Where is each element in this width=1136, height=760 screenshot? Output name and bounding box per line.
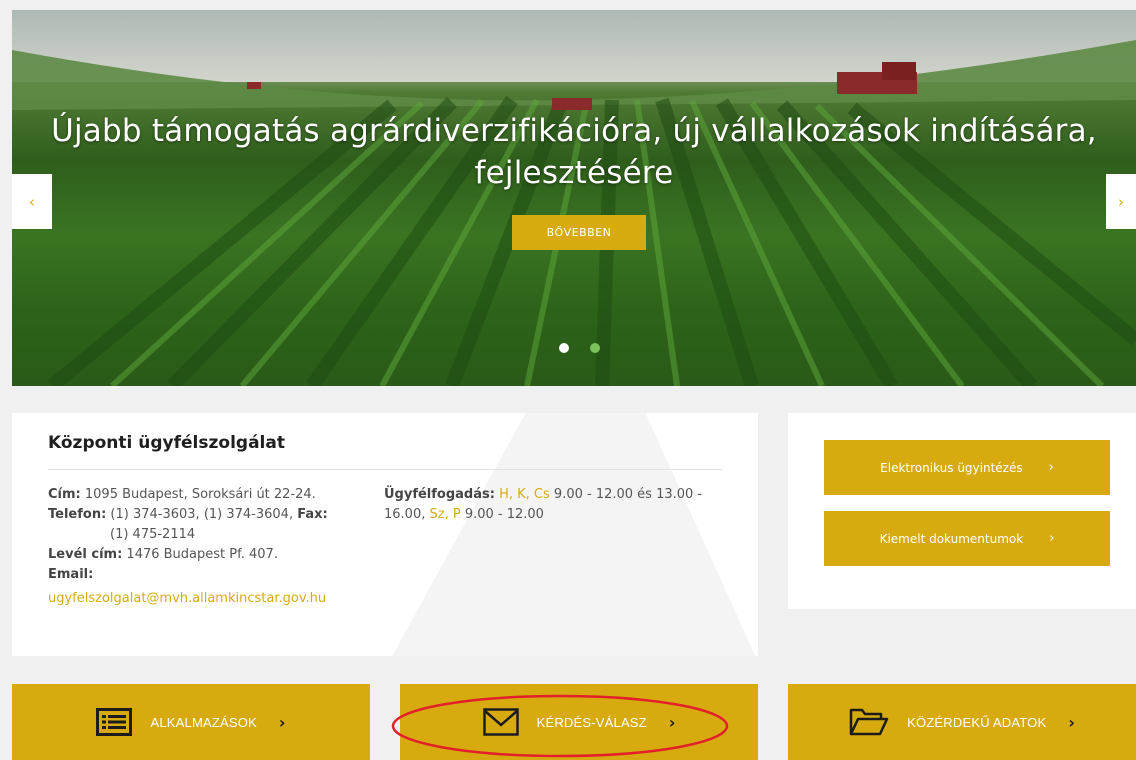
slide-indicator-2[interactable] — [590, 343, 600, 353]
tile-label: ALKALMAZÁSOK — [150, 714, 257, 730]
hero-background-image — [12, 10, 1136, 386]
opening-hours: Ügyfélfogadás: H, K, Cs 9.00 - 12.00 és … — [384, 487, 703, 522]
chevron-right-icon: › — [668, 712, 676, 732]
section-title: Központi ügyfélszolgálat — [48, 433, 285, 453]
chevron-right-icon: › — [1118, 192, 1124, 211]
more-button[interactable]: BŐVEBBEN — [512, 215, 646, 250]
featured-documents-button[interactable]: Kiemelt dokumentumok › — [824, 511, 1110, 566]
envelope-icon — [482, 708, 519, 736]
hero-slider: Újabb támogatás agrárdiverzifikációra, ú… — [12, 10, 1136, 386]
tile-label: KÖZÉRDEKŰ ADATOK — [907, 714, 1047, 730]
applications-tile[interactable]: ALKALMAZÁSOK › — [12, 684, 370, 760]
contact-details: Cím: 1095 Budapest, Soroksári út 22-24. … — [48, 485, 383, 609]
chevron-right-icon: › — [1049, 531, 1055, 546]
phone-line: Telefon: (1) 374-3603, (1) 374-3604, Fax… — [48, 507, 328, 522]
divider — [48, 469, 722, 470]
quick-links-panel: Elektronikus ügyintézés › Kiemelt dokume… — [788, 413, 1136, 609]
email-label: Email: — [48, 567, 94, 582]
email-link[interactable]: ugyfelszolgalat@mvh.allamkincstar.gov.hu — [48, 591, 326, 606]
electronic-services-button[interactable]: Elektronikus ügyintézés › — [824, 440, 1110, 495]
chevron-left-icon: ‹ — [29, 192, 35, 211]
chevron-right-icon: › — [1048, 460, 1054, 475]
slide-indicator-1[interactable] — [559, 343, 569, 353]
chevron-right-icon: › — [278, 712, 286, 732]
address-line: Cím: 1095 Budapest, Soroksári út 22-24. — [48, 487, 316, 502]
list-icon — [96, 708, 133, 736]
folder-icon — [849, 708, 889, 736]
tile-label: KÉRDÉS-VÁLASZ — [536, 714, 647, 730]
customer-service-card: Központi ügyfélszolgálat Cím: 1095 Budap… — [12, 413, 758, 656]
mail-line: Levél cím: 1476 Budapest Pf. 407. — [48, 547, 278, 562]
fax-value: (1) 475-2114 — [110, 527, 196, 542]
chevron-right-icon: › — [1068, 712, 1075, 732]
prev-slide-button[interactable]: ‹ — [12, 174, 52, 229]
next-slide-button[interactable]: › — [1106, 174, 1136, 229]
public-data-tile[interactable]: KÖZÉRDEKŰ ADATOK › — [788, 684, 1136, 760]
hero-title: Újabb támogatás agrárdiverzifikációra, ú… — [51, 113, 1097, 191]
faq-tile[interactable]: KÉRDÉS-VÁLASZ › — [400, 684, 758, 760]
